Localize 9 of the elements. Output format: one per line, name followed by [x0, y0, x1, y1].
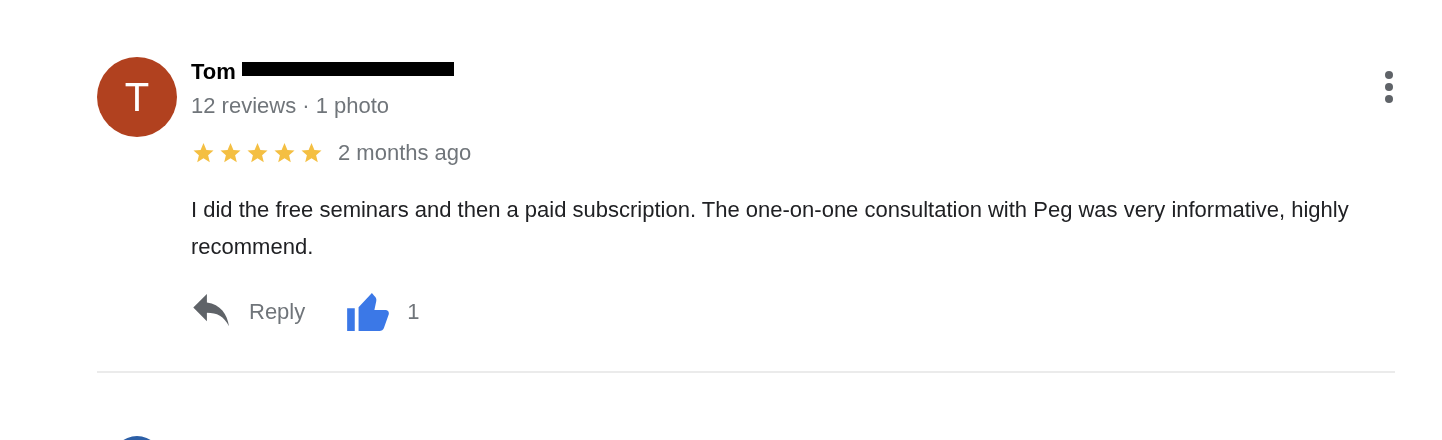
reviewer-name[interactable]: Tom: [191, 54, 236, 88]
review-count: 12 reviews · 1 photo: [191, 92, 391, 120]
more-options-button[interactable]: [1383, 69, 1395, 105]
reply-button[interactable]: Reply: [191, 294, 306, 328]
review-time: 2 months ago: [338, 139, 472, 167]
more-icon: [1385, 71, 1393, 103]
like-button[interactable]: 1: [347, 291, 420, 331]
avatar: T: [97, 57, 177, 137]
review-text: I did the free seminars and then a paid subscription. The one-on-one consultation with Peg was very informative, highly recommend.: [191, 196, 1350, 261]
